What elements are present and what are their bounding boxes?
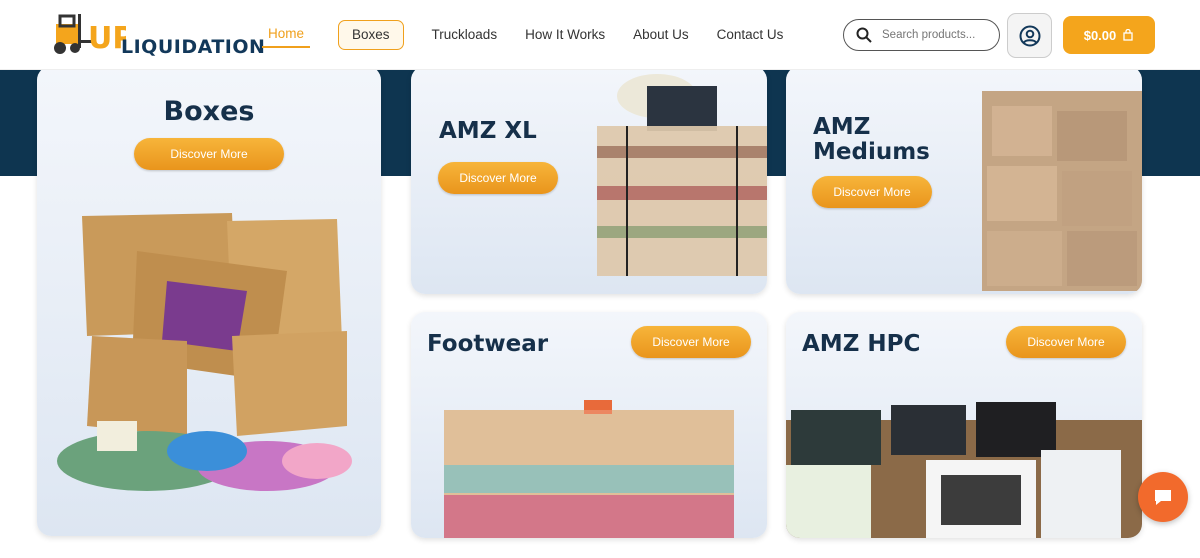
- card-title: Footwear: [427, 331, 549, 357]
- card-amz-hpc[interactable]: AMZ HPC Discover More: [786, 312, 1142, 538]
- search-input[interactable]: [882, 29, 992, 41]
- logo-text: LIQUIDATION: [121, 36, 266, 58]
- user-icon: [1019, 25, 1040, 46]
- pallet-image: [982, 91, 1142, 291]
- page: UP LIQUIDATION Home Boxes Truckloads How…: [0, 0, 1200, 558]
- nav-contact-us[interactable]: Contact Us: [717, 21, 784, 49]
- cart-total: $0.00: [1083, 27, 1117, 43]
- discover-more-button[interactable]: Discover More: [134, 138, 284, 170]
- discover-more-button[interactable]: Discover More: [438, 162, 558, 194]
- products-image: [786, 402, 1142, 538]
- nav-truckloads[interactable]: Truckloads: [432, 21, 498, 49]
- card-title: AMZ HPC: [802, 331, 921, 357]
- card-title: AMZ XL: [439, 118, 537, 144]
- boxes-image: [57, 213, 352, 491]
- pallet-image: [444, 400, 734, 538]
- discover-more-button[interactable]: Discover More: [812, 176, 932, 208]
- forklift-icon: UP: [54, 14, 126, 56]
- card-footwear[interactable]: Footwear Discover More: [411, 312, 767, 538]
- card-boxes[interactable]: Boxes Discover More: [37, 66, 381, 536]
- discover-more-button[interactable]: Discover More: [1006, 326, 1126, 358]
- nav-boxes[interactable]: Boxes: [338, 20, 404, 50]
- nav-about-us[interactable]: About Us: [633, 21, 689, 49]
- cart-button[interactable]: $0.00: [1063, 16, 1155, 54]
- account-button[interactable]: [1007, 13, 1052, 58]
- card-amz-mediums[interactable]: AMZ Mediums Discover More: [786, 66, 1142, 294]
- search-icon: [856, 27, 872, 43]
- site-logo[interactable]: UP LIQUIDATION: [46, 10, 265, 62]
- main-nav: Home Boxes Truckloads How It Works About…: [262, 20, 811, 50]
- nav-how-it-works[interactable]: How It Works: [525, 21, 605, 49]
- discover-more-button[interactable]: Discover More: [631, 326, 751, 358]
- chat-widget-button[interactable]: [1138, 472, 1188, 522]
- nav-home[interactable]: Home: [262, 22, 311, 48]
- card-amz-xl[interactable]: AMZ XL Discover More: [411, 66, 767, 294]
- card-title-line1: AMZ: [813, 114, 871, 140]
- card-title-line2: Mediums: [813, 139, 930, 165]
- pallet-image: [597, 74, 767, 276]
- card-title: Boxes: [163, 96, 255, 127]
- search-box[interactable]: [843, 19, 1000, 51]
- chat-icon: [1155, 490, 1171, 505]
- bag-icon: [1123, 29, 1133, 41]
- site-header: UP LIQUIDATION Home Boxes Truckloads How…: [0, 0, 1200, 70]
